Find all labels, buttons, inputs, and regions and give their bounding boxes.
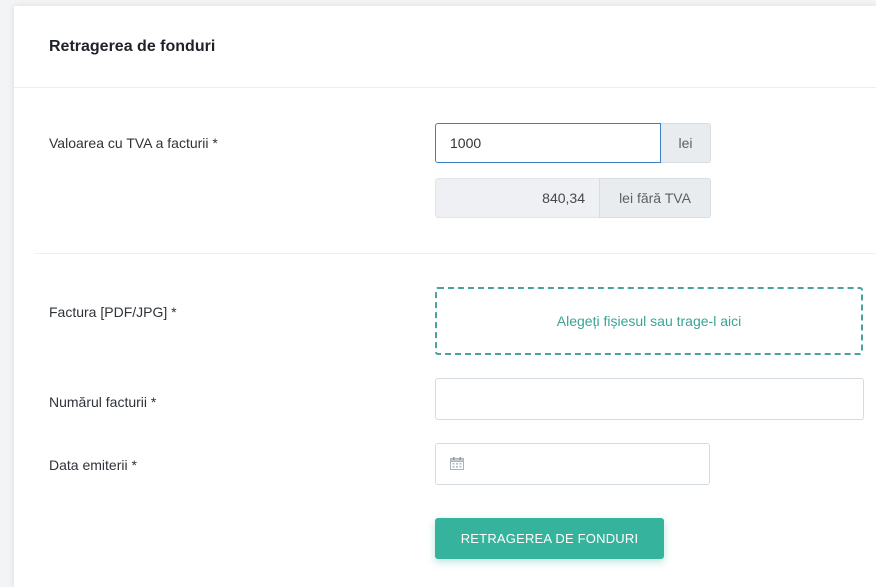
net-value-display: 840,34 bbox=[435, 178, 599, 218]
invoice-file-label: Factura [PDF/JPG] * bbox=[49, 304, 177, 320]
card-header: Retragerea de fonduri bbox=[14, 6, 876, 88]
issue-date-label: Data emiterii * bbox=[49, 457, 137, 473]
calendar-icon bbox=[450, 457, 464, 470]
card-title: Retragerea de fonduri bbox=[49, 38, 216, 55]
net-value-group: 840,34 lei fără TVA bbox=[435, 178, 711, 218]
invoice-file-dropzone[interactable]: Alegeți fișiesul sau trage-l aici bbox=[435, 287, 863, 355]
net-value-suffix: lei fără TVA bbox=[599, 178, 711, 218]
invoice-number-input[interactable] bbox=[435, 378, 864, 420]
currency-addon: lei bbox=[661, 123, 711, 163]
withdraw-funds-button[interactable]: RETRAGEREA DE FONDURI bbox=[435, 518, 664, 559]
invoice-number-label: Numărul facturii * bbox=[49, 394, 157, 410]
section-divider bbox=[34, 253, 876, 254]
dropzone-text: Alegeți fișiesul sau trage-l aici bbox=[556, 313, 742, 329]
invoice-value-label: Valoarea cu TVA a facturii * bbox=[49, 135, 218, 151]
invoice-value-group: lei bbox=[435, 123, 711, 163]
invoice-value-input[interactable] bbox=[435, 123, 661, 163]
withdrawal-card: Retragerea de fonduri Valoarea cu TVA a … bbox=[14, 6, 876, 587]
issue-date-input[interactable] bbox=[435, 443, 710, 485]
